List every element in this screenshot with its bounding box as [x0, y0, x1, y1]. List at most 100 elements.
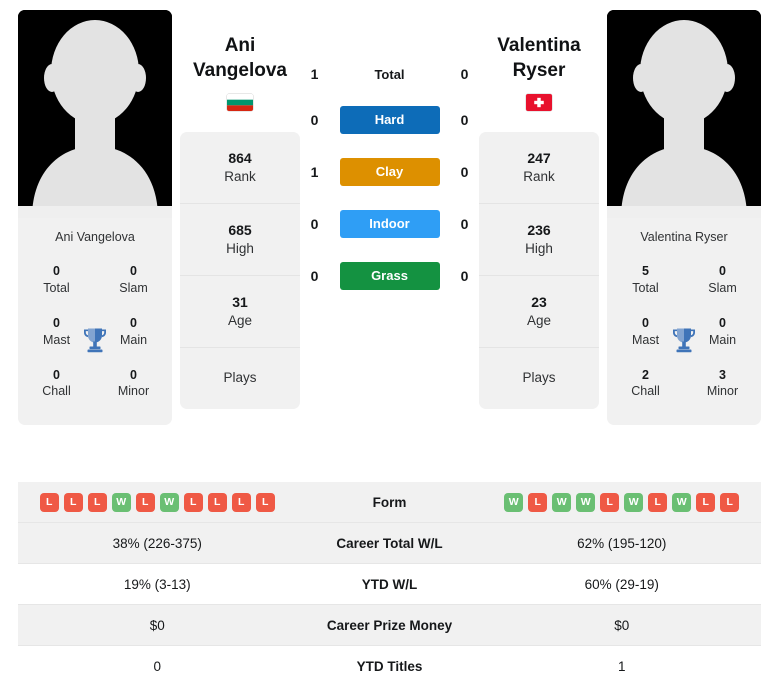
career-prize-money-left: $0 — [149, 617, 165, 633]
plays-label-right: Plays — [522, 370, 556, 386]
player-comparison-page: Ani Vangelova 0 Total 0 Slam 0 Mast 0 Ma… — [0, 0, 779, 699]
h2h-right-clay: 0 — [460, 164, 469, 180]
ytd-titles-right: 1 — [617, 659, 626, 674]
form-badge-win: W — [159, 492, 179, 512]
titles-mast-value-left: 0 — [53, 315, 60, 330]
surface-badge-clay[interactable]: Clay — [339, 158, 440, 186]
form-badge-win: W — [576, 492, 596, 512]
form-badge-loss: L — [207, 492, 227, 512]
h2h-row-grass: 0 Grass 0 — [308, 262, 471, 290]
h2h-left-hard: 0 — [310, 112, 319, 128]
form-strip-left: LLLWLWLLLL — [18, 492, 297, 512]
form-badge-loss: L — [39, 492, 59, 512]
row-label-career-total-wl: Career Total W/L — [336, 535, 443, 551]
h2h-left-indoor: 0 — [310, 216, 319, 232]
titles-grid-right: 5 Total 0 Slam 0 Mast 0 Main 2 Chall 3 M… — [607, 254, 761, 425]
titles-main-left: 0 Main — [95, 306, 172, 358]
avatar-silhouette-icon — [607, 10, 761, 218]
plays-row-left: Plays — [180, 348, 300, 408]
titles-minor-value-left: 0 — [130, 367, 137, 382]
player-photo-right — [607, 10, 761, 218]
titles-minor-right: 3 Minor — [684, 358, 761, 410]
titles-slam-left: 0 Slam — [95, 254, 172, 306]
name-column-left: Ani Vangelova 864 Rank 685 High 31 Age P… — [180, 10, 300, 409]
titles-total-value-right: 5 — [642, 264, 649, 278]
titles-chall-right: 2 Chall — [607, 358, 684, 410]
titles-slam-value-left: 0 — [130, 264, 137, 278]
table-row-form: LLLWLWLLLL Form WLWWLWLWLL — [18, 482, 761, 523]
h2h-label-total: Total — [374, 66, 405, 82]
h2h-left-grass: 0 — [310, 268, 319, 284]
ytd-wl-right: 60% (29-19) — [584, 576, 659, 592]
titles-total-right: 5 Total — [607, 254, 684, 306]
form-badge-loss: L — [135, 492, 155, 512]
rank-label-left: Rank — [224, 169, 256, 185]
titles-total-value-left: 0 — [53, 264, 60, 278]
row-label-form: Form — [372, 494, 407, 510]
form-badge-win: W — [111, 492, 131, 512]
titles-grid-left: 0 Total 0 Slam 0 Mast 0 Main 0 Chall 0 M… — [18, 254, 172, 425]
h2h-left-total: 1 — [310, 66, 319, 82]
rank-value-right: 247 — [527, 150, 551, 167]
titles-mast-right: 0 Mast — [607, 306, 684, 358]
high-label-left: High — [226, 241, 254, 257]
rank-card-right: 247 Rank 236 High 23 Age Plays — [479, 132, 599, 409]
titles-total-label-left: Total — [43, 280, 70, 295]
titles-slam-label-right: Slam — [708, 280, 737, 295]
titles-main-label-right: Main — [708, 332, 737, 347]
head-to-head-column: 1 Total 0 0 Hard 0 1 Clay 0 0 Indoor 0 0 — [308, 10, 471, 290]
form-badge-win: W — [504, 492, 524, 512]
form-badge-loss: L — [720, 492, 740, 512]
age-row-left: 31 Age — [180, 276, 300, 349]
form-badge-loss: L — [528, 492, 548, 512]
titles-minor-label-right: Minor — [706, 384, 739, 399]
titles-slam-right: 0 Slam — [684, 254, 761, 306]
age-value-right: 23 — [531, 294, 547, 311]
player-card-left: Ani Vangelova 0 Total 0 Slam 0 Mast 0 Ma… — [18, 10, 172, 426]
ytd-wl-left: 19% (3-13) — [123, 576, 191, 592]
row-label-ytd-wl: YTD W/L — [361, 576, 418, 592]
form-badge-loss: L — [87, 492, 107, 512]
titles-mast-label-left: Mast — [42, 332, 71, 347]
career-total-wl-right: 62% (195-120) — [577, 535, 667, 551]
h2h-left-clay: 1 — [310, 164, 319, 180]
player-name-left: Ani Vangelova — [193, 33, 287, 83]
age-label-right: Age — [526, 313, 552, 329]
titles-mast-value-right: 0 — [642, 315, 649, 330]
player-name-line1-right: Valentina — [497, 35, 581, 56]
plays-row-right: Plays — [479, 348, 599, 408]
titles-main-label-left: Main — [119, 332, 148, 347]
player-name-line2-right: Ryser — [512, 60, 566, 82]
titles-main-value-left: 0 — [130, 315, 137, 330]
table-row-career-total-wl: 38% (226-375) Career Total W/L 62% (195-… — [18, 523, 761, 564]
h2h-right-grass: 0 — [460, 268, 469, 284]
titles-chall-label-left: Chall — [42, 384, 71, 399]
high-row-left: 685 High — [180, 204, 300, 277]
form-badge-win: W — [552, 492, 572, 512]
h2h-row-clay: 1 Clay 0 — [308, 158, 471, 186]
surface-badge-hard[interactable]: Hard — [339, 106, 440, 134]
rank-label-right: Rank — [523, 169, 555, 185]
table-row-career-prize-money: $0 Career Prize Money $0 — [18, 605, 761, 646]
row-label-ytd-titles: YTD Titles — [356, 659, 423, 674]
titles-slam-label-left: Slam — [119, 280, 148, 295]
rank-row-left: 864 Rank — [180, 132, 300, 205]
form-badge-loss: L — [648, 492, 668, 512]
high-value-right: 236 — [527, 222, 551, 239]
form-badge-loss: L — [63, 492, 83, 512]
h2h-right-hard: 0 — [460, 112, 469, 128]
form-strip-right: WLWWLWLWLL — [483, 492, 762, 512]
career-prize-money-right: $0 — [614, 617, 630, 633]
surface-badge-grass[interactable]: Grass — [339, 262, 440, 290]
titles-slam-value-right: 0 — [719, 264, 726, 278]
titles-minor-left: 0 Minor — [95, 358, 172, 410]
form-badge-loss: L — [183, 492, 203, 512]
form-badge-loss: L — [231, 492, 251, 512]
form-badge-loss: L — [600, 492, 620, 512]
age-label-left: Age — [227, 313, 253, 329]
ytd-titles-left: 0 — [153, 659, 161, 674]
titles-mast-left: 0 Mast — [18, 306, 95, 358]
surface-badge-indoor[interactable]: Indoor — [339, 210, 440, 238]
player-name-line2-left: Vangelova — [193, 60, 287, 82]
titles-chall-value-left: 0 — [53, 367, 60, 382]
